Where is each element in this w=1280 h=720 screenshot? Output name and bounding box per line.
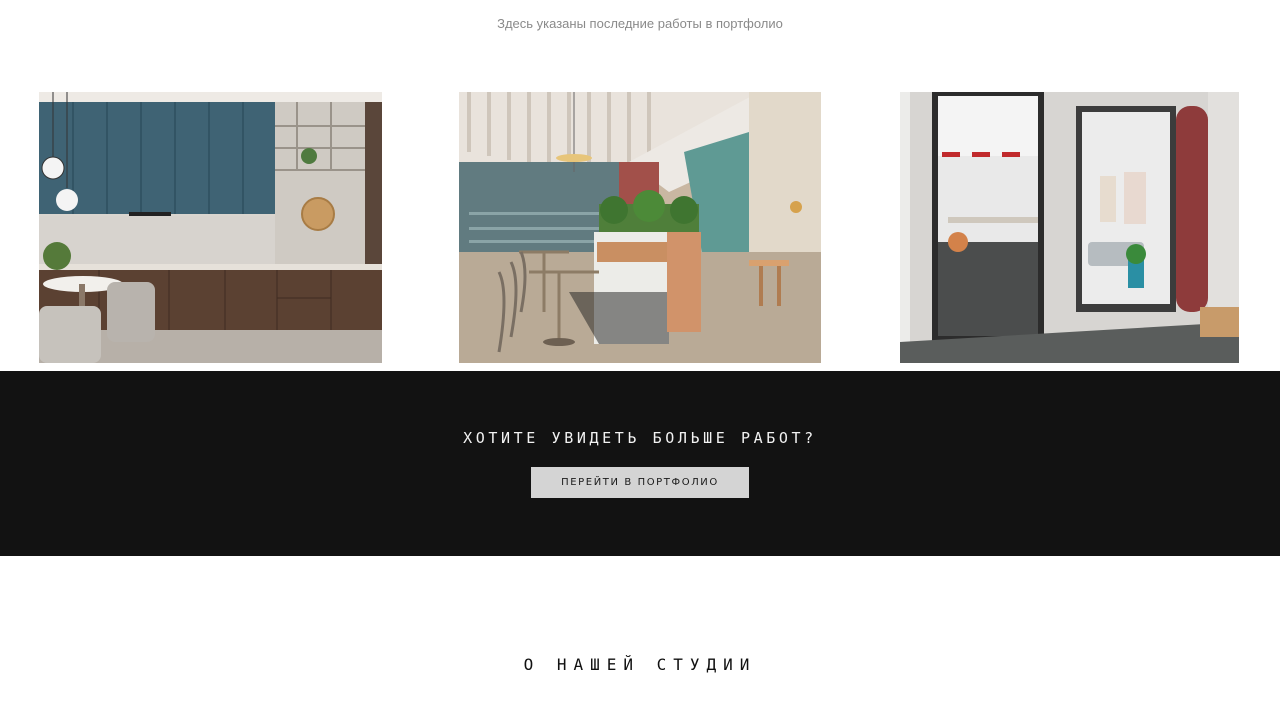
office-image <box>900 92 1239 363</box>
restaurant-image <box>459 92 821 363</box>
portfolio-gallery <box>0 92 1280 363</box>
portfolio-card-office[interactable] <box>900 92 1239 363</box>
portfolio-card-kitchen[interactable] <box>39 92 382 363</box>
more-works-section: ХОТИТЕ УВИДЕТЬ БОЛЬШЕ РАБОТ? ПЕРЕЙТИ В П… <box>0 371 1280 556</box>
go-to-portfolio-button[interactable]: ПЕРЕЙТИ В ПОРТФОЛИО <box>531 467 749 498</box>
portfolio-subtitle: Здесь указаны последние работы в портфол… <box>497 16 783 31</box>
kitchen-image <box>39 92 382 363</box>
portfolio-card-restaurant[interactable] <box>459 92 821 363</box>
more-works-title: ХОТИТЕ УВИДЕТЬ БОЛЬШЕ РАБОТ? <box>463 429 817 447</box>
about-studio-title: О НАШЕЙ СТУДИИ <box>523 655 757 674</box>
